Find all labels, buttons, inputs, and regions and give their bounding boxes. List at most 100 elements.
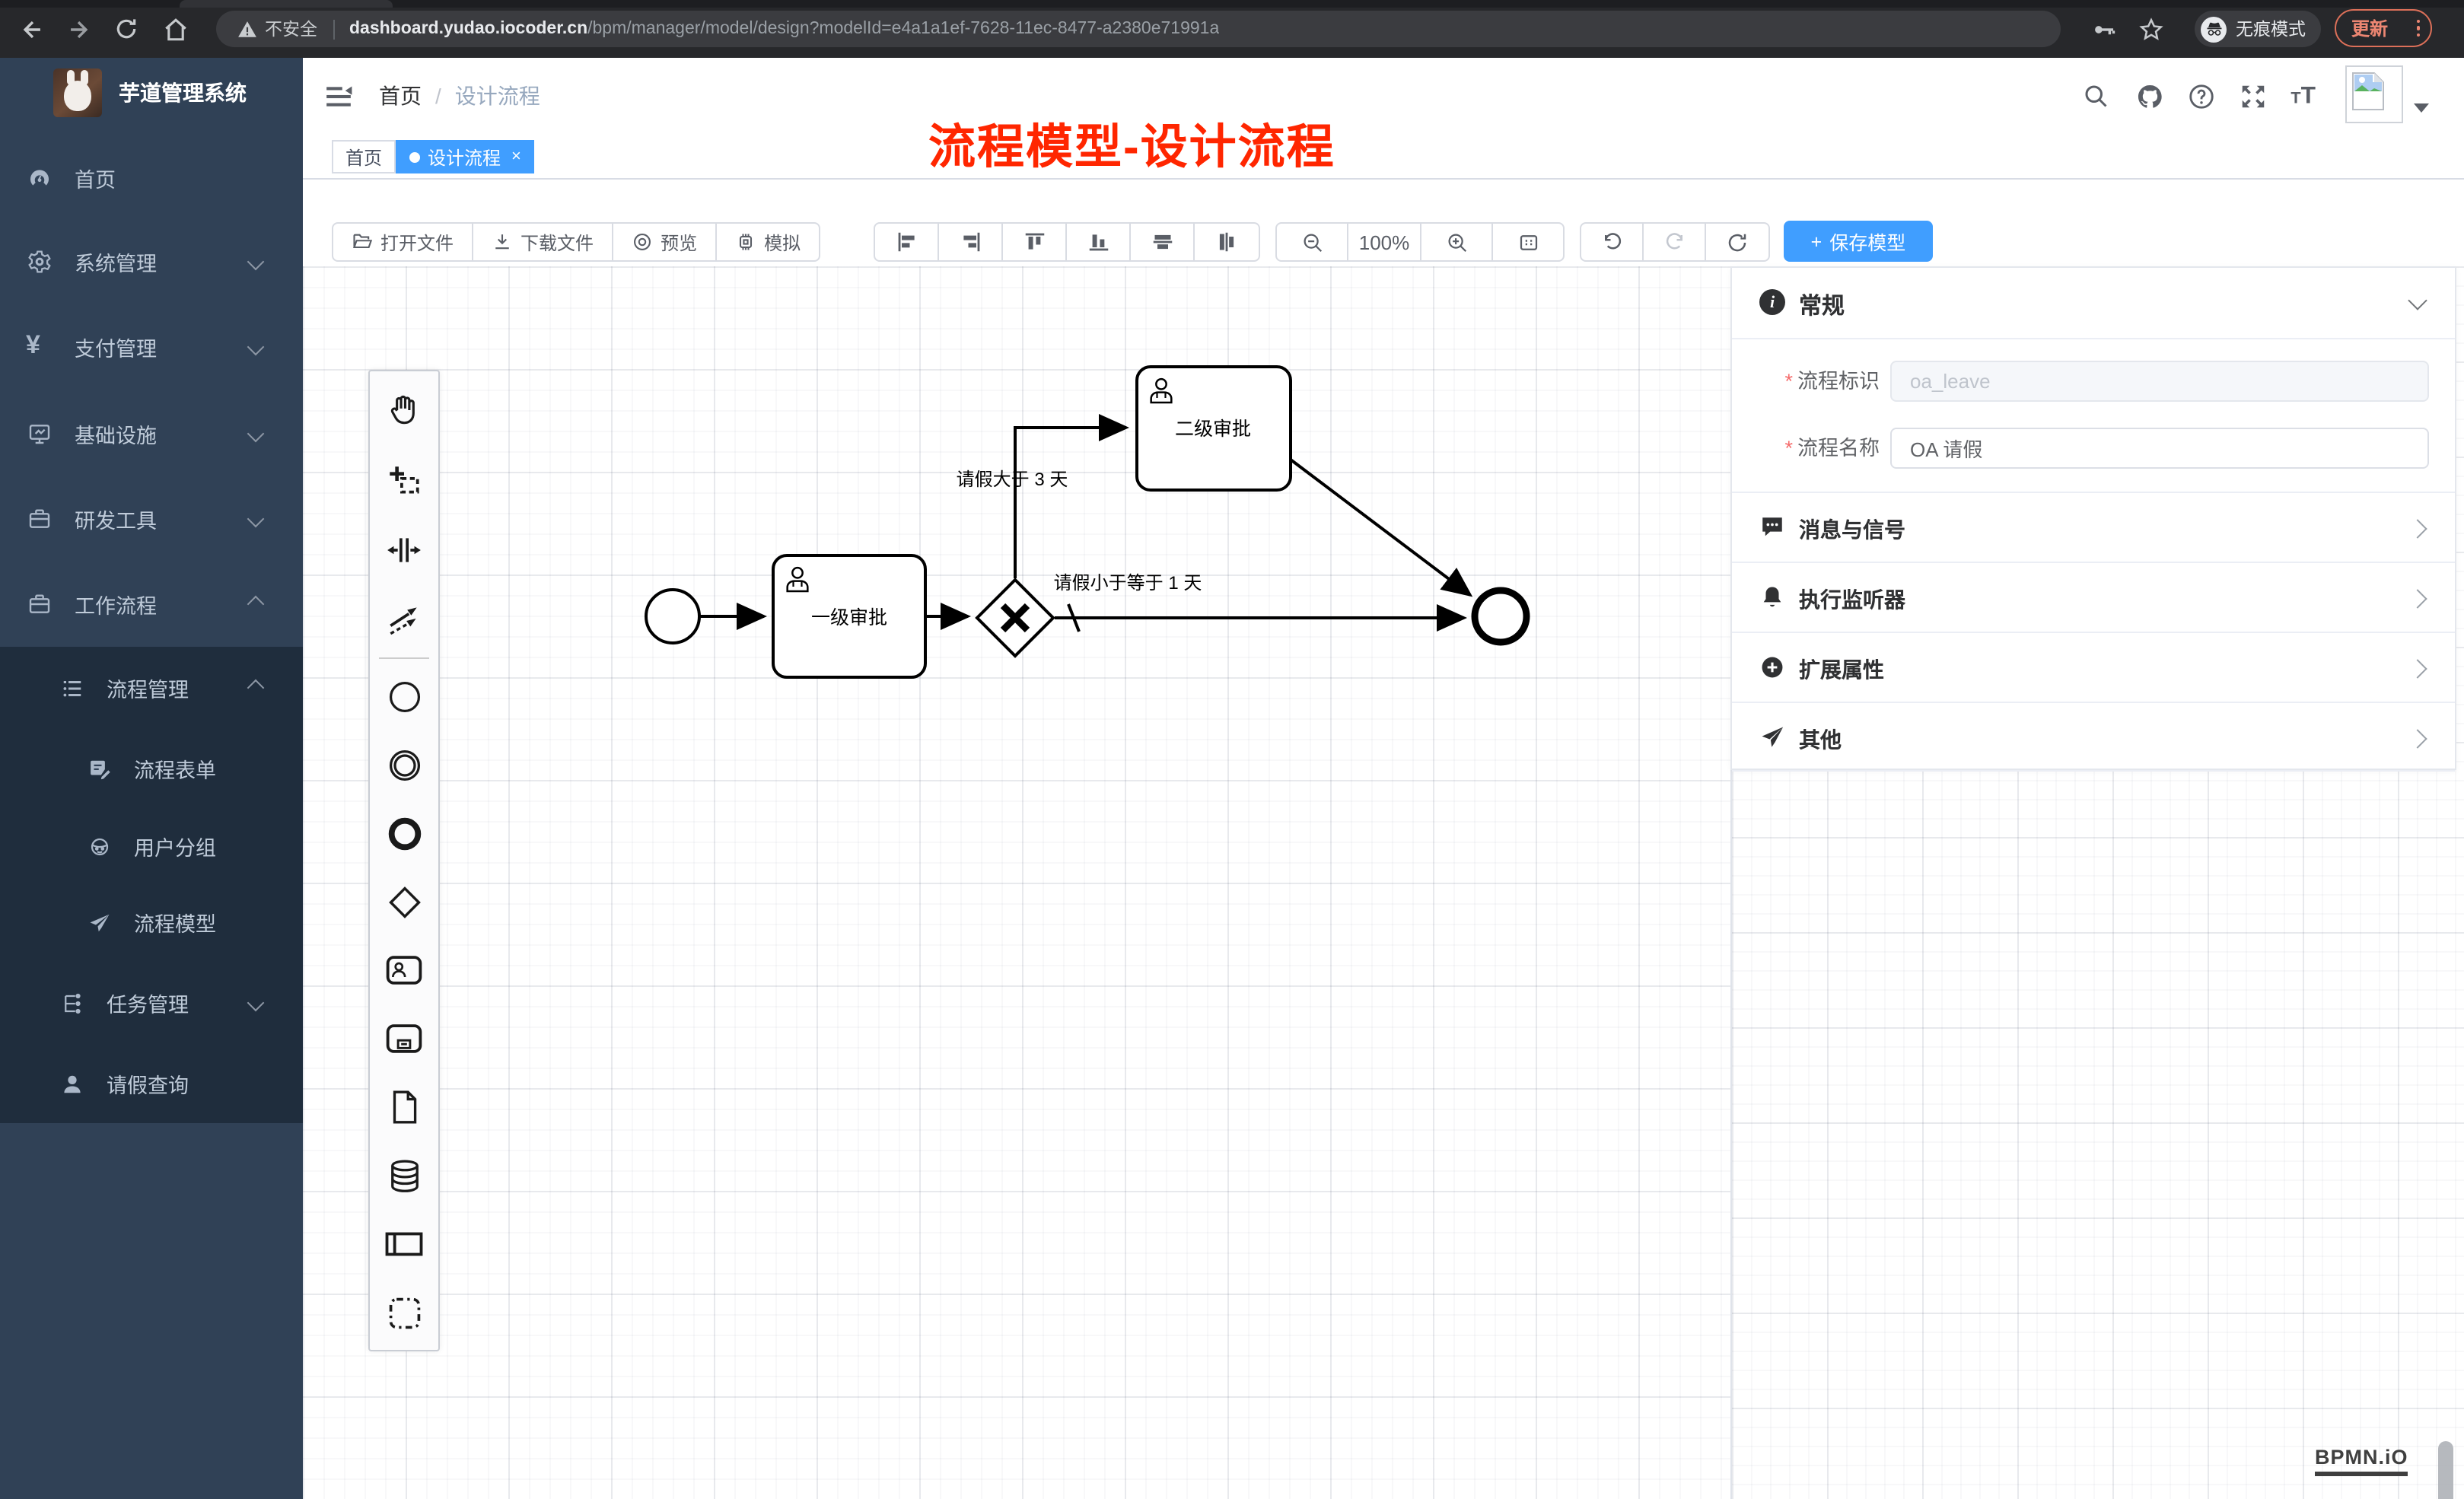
browser-menu-icon[interactable] <box>2416 20 2420 37</box>
section-general[interactable]: i 常规 <box>1732 268 2455 339</box>
scrollbar-thumb[interactable] <box>2438 1441 2453 1499</box>
section-execution-listener[interactable]: 执行监听器 <box>1732 562 2455 632</box>
align-left-button[interactable] <box>875 224 939 260</box>
breadcrumb: 首页 / 设计流程 <box>379 58 540 134</box>
align-right-button[interactable] <box>939 224 1003 260</box>
zoom-in-button[interactable] <box>1421 224 1493 260</box>
home-icon[interactable] <box>158 12 192 46</box>
update-button[interactable]: 更新 <box>2335 9 2432 47</box>
sidebar-item-system[interactable]: 系统管理 <box>0 231 303 292</box>
process-key-input[interactable] <box>1890 361 2429 402</box>
bpmn-io-watermark[interactable]: BPMN.iO <box>2315 1446 2408 1476</box>
section-extended-attrs-label: 扩展属性 <box>1799 654 1884 685</box>
tab-home[interactable]: 首页 <box>332 140 396 173</box>
github-icon[interactable] <box>2135 82 2164 111</box>
create-participant[interactable] <box>370 1210 438 1278</box>
browser-tabstrip <box>0 0 2464 8</box>
breadcrumb-home[interactable]: 首页 <box>379 81 422 111</box>
sidebar-item-workflow[interactable]: 工作流程 <box>0 574 303 635</box>
create-user-task[interactable] <box>370 936 438 1004</box>
space-tool[interactable] <box>370 514 438 584</box>
flow-task2-to-end[interactable] <box>1291 460 1470 595</box>
zoom-out-button[interactable] <box>1277 224 1348 260</box>
url-divider <box>333 19 334 39</box>
search-icon[interactable] <box>2082 82 2111 111</box>
browser-active-tab[interactable] <box>180 0 393 8</box>
sidebar-item-infra[interactable]: 基础设施 <box>0 403 303 464</box>
security-indicator[interactable]: 不安全 <box>237 17 317 41</box>
user-task-level2[interactable]: 二级审批 <box>1137 367 1291 490</box>
save-model-button[interactable]: + 保存模型 <box>1784 221 1933 262</box>
simulate-button[interactable]: 模拟 <box>717 224 819 260</box>
open-file-button[interactable]: 打开文件 <box>333 224 473 260</box>
create-gateway[interactable] <box>370 867 438 936</box>
sidebar-item-devtools[interactable]: 研发工具 <box>0 489 303 549</box>
zoom-level: 100% <box>1348 224 1421 260</box>
redo-button[interactable] <box>1644 224 1706 260</box>
user-task-level1[interactable]: 一级审批 <box>773 555 925 677</box>
forward-icon[interactable] <box>61 12 94 46</box>
hand-tool[interactable] <box>370 374 438 444</box>
download-file-button[interactable]: 下载文件 <box>473 224 613 260</box>
flow-label-gt3[interactable]: 请假大于 3 天 <box>957 469 1068 490</box>
create-data-store[interactable] <box>370 1141 438 1210</box>
sidebar-item-task-mgmt[interactable]: 任务管理 <box>0 972 303 1033</box>
start-event[interactable] <box>646 590 699 643</box>
create-intermediate-event[interactable] <box>370 730 438 799</box>
password-key-icon[interactable] <box>2087 12 2120 46</box>
close-icon[interactable]: × <box>511 148 521 166</box>
font-size-icon[interactable]: TT <box>2291 79 2319 108</box>
section-message-signal-label: 消息与信号 <box>1799 514 1905 545</box>
align-vertical-center-button[interactable] <box>1131 224 1195 260</box>
zoom-reset-button[interactable] <box>1493 224 1563 260</box>
align-bottom-button[interactable] <box>1067 224 1131 260</box>
restart-button[interactable] <box>1706 224 1768 260</box>
create-subprocess[interactable] <box>370 1004 438 1073</box>
lasso-tool[interactable] <box>370 444 438 514</box>
sidebar-item-process-mgmt[interactable]: 流程管理 <box>0 657 303 718</box>
help-icon[interactable] <box>2187 82 2216 111</box>
align-top-button[interactable] <box>1003 224 1067 260</box>
reload-icon[interactable] <box>110 12 143 46</box>
create-end-event[interactable] <box>370 799 438 867</box>
sidebar-item-home[interactable]: 首页 <box>0 148 303 208</box>
fullscreen-icon[interactable] <box>2239 82 2268 111</box>
sidebar-item-leave-query[interactable]: 请假查询 <box>0 1053 303 1114</box>
sidebar-item-process-model[interactable]: 流程模型 <box>0 892 303 953</box>
undo-button[interactable] <box>1581 224 1644 260</box>
chevron-up-icon <box>247 596 265 613</box>
bookmark-star-icon[interactable] <box>2134 12 2167 46</box>
align-horizontal-center-button[interactable] <box>1195 224 1259 260</box>
sidebar-item-label: 流程表单 <box>134 753 216 784</box>
palette-separator <box>379 657 429 659</box>
bpmn-canvas[interactable]: 一级审批 二级审批 请假大于 3 天 请假小于等于 1 天 <box>303 266 1730 1499</box>
flow-gateway-to-task2[interactable] <box>1015 428 1126 578</box>
end-event[interactable] <box>1475 590 1526 642</box>
section-extended-attrs[interactable]: 扩展属性 <box>1732 632 2455 702</box>
section-other[interactable]: 其他 <box>1732 702 2455 772</box>
avatar[interactable] <box>2345 65 2403 123</box>
create-group[interactable] <box>370 1278 438 1347</box>
app-title: 芋道管理系统 <box>119 78 247 108</box>
section-message-signal[interactable]: 消息与信号 <box>1732 492 2455 562</box>
chevron-up-icon <box>247 679 265 697</box>
sidebar-item-user-group[interactable]: 用户分组 <box>0 816 303 877</box>
bpmn-diagram: 一级审批 二级审批 请假大于 3 天 请假小于等于 1 天 <box>303 266 1730 1499</box>
create-data-object[interactable] <box>370 1073 438 1141</box>
chevron-down-icon <box>247 995 265 1012</box>
create-start-event[interactable] <box>370 662 438 730</box>
tab-design-process[interactable]: 设计流程 × <box>396 140 535 173</box>
exclusive-gateway[interactable] <box>977 580 1053 656</box>
process-name-input[interactable] <box>1890 428 2429 469</box>
preview-button[interactable]: 预览 <box>613 224 717 260</box>
app-logo[interactable] <box>53 68 102 117</box>
tab-label: 设计流程 <box>428 144 501 170</box>
avatar-dropdown-caret[interactable] <box>2414 103 2429 113</box>
back-icon[interactable] <box>15 12 49 46</box>
global-connect-tool[interactable] <box>370 584 438 654</box>
url-bar[interactable]: 不安全 dashboard.yudao.iocoder.cn/bpm/manag… <box>216 11 2061 47</box>
sidebar-collapse-icon[interactable] <box>324 82 353 111</box>
sidebar-item-process-form[interactable]: 流程表单 <box>0 738 303 799</box>
sidebar-item-payment[interactable]: ¥ 支付管理 <box>0 317 303 377</box>
flow-label-lte1[interactable]: 请假小于等于 1 天 <box>1054 573 1202 594</box>
